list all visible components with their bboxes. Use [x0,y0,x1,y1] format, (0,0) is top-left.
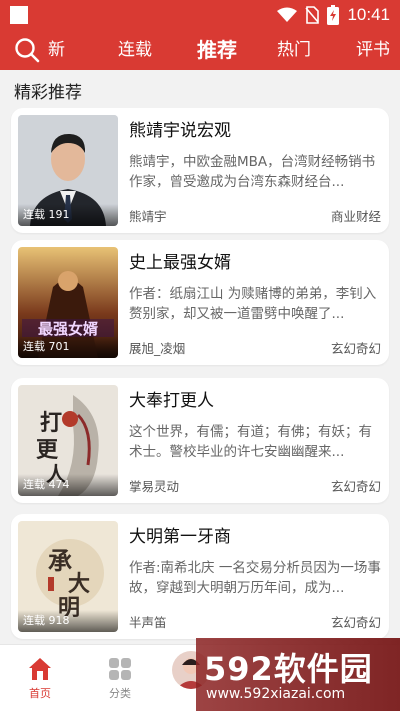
book-card[interactable]: 承 大 明 连载 918 大明第一牙商 作者:南希北庆 一名交易分析员因为一场事… [11,514,389,639]
watermark-logo: 592软件园 [204,650,373,688]
svg-text:大: 大 [68,571,90,597]
tab-serial[interactable]: 连载 [118,30,152,70]
book-cover: 最强女婿 连载 701 [18,247,118,358]
book-author: 展旭_凌烟 [129,341,186,356]
book-author: 半声笛 [129,615,167,630]
book-description: 作者:南希北庆 一名交易分析员因为一场事故，穿越到大明朝万历年间，成为... [129,560,381,596]
wifi-icon [277,7,298,22]
tab-home[interactable]: 首页 [10,645,70,712]
book-author: 熊靖宇 [129,209,167,224]
book-description: 熊靖宇，中欧金融MBA，台湾财经畅销书作家，曾受邀成为台湾东森财经台... [129,154,376,190]
watermark-overlay: 592软件园 www.592xiazai.com [196,638,400,711]
book-cover: 连载 191 [18,115,118,226]
book-genre: 玄幻奇幻 [330,479,381,494]
book-author: 掌易灵动 [129,479,180,494]
battery-icon [327,5,340,25]
category-icon [109,658,131,680]
book-card[interactable]: 连载 191 熊靖宇说宏观 熊靖宇，中欧金融MBA，台湾财经畅销书作家，曾受邀成… [11,108,389,233]
book-genre: 玄幻奇幻 [330,615,381,630]
search-icon[interactable] [14,37,40,63]
status-time: 10:41 [347,5,390,24]
serial-count-badge: 连载 918 [18,610,118,632]
notification-icon [10,6,28,24]
section-title: 精彩推荐 [14,83,82,103]
watermark-url: www.592xiazai.com [206,686,346,702]
home-icon [29,658,51,680]
status-bar: 10:41 [0,0,400,30]
svg-text:更: 更 [36,437,59,463]
book-genre: 玄幻奇幻 [330,341,381,356]
book-cover: 承 大 明 连载 918 [18,521,118,632]
tab-hot[interactable]: 热门 [277,30,311,70]
status-icons: 10:41 [277,5,390,25]
tab-category-label: 分类 [109,687,131,700]
book-title[interactable]: 史上最强女婿 [129,248,231,273]
serial-count-badge: 连载 191 [18,204,118,226]
book-card[interactable]: 打 更 人 连载 474 大奉打更人 这个世界，有儒；有道；有佛；有妖；有术士。… [11,378,389,503]
tab-recommend[interactable]: 推荐 [197,30,237,70]
book-genre: 商业财经 [330,209,381,224]
tab-storytelling[interactable]: 评书 [356,30,390,70]
svg-text:打: 打 [40,410,62,436]
serial-count-badge: 连载 474 [18,474,118,496]
serial-count-badge: 连载 701 [18,336,118,358]
book-title[interactable]: 大明第一牙商 [129,522,231,547]
book-title[interactable]: 熊靖宇说宏观 [129,116,231,141]
book-card[interactable]: 最强女婿 连载 701 史上最强女婿 作者：纸扇江山 为赎赌博的弟弟，李钊入赘别… [11,240,389,365]
book-title[interactable]: 大奉打更人 [129,386,214,411]
tab-category[interactable]: 分类 [90,645,150,712]
book-description: 作者：纸扇江山 为赎赌博的弟弟，李钊入赘别家，却又被一道雷劈中唤醒了... [129,286,377,322]
tab-home-label: 首页 [29,687,51,700]
book-description: 这个世界，有儒；有道；有佛；有妖；有术士。警校毕业的许七安幽幽醒来... [129,424,372,460]
top-nav-bar: 新 连载 推荐 热门 评书 [0,30,400,70]
book-cover: 打 更 人 连载 474 [18,385,118,496]
no-sim-icon [305,6,320,24]
tab-new[interactable]: 新 [48,30,65,70]
